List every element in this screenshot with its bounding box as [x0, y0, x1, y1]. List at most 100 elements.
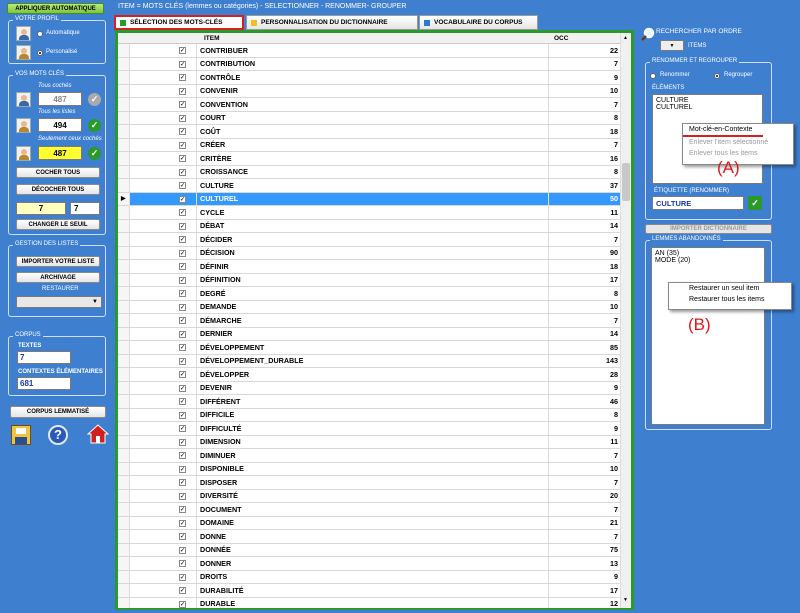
row-indicator[interactable] — [118, 273, 130, 286]
row-checkbox[interactable]: ✓ — [179, 290, 186, 297]
row-indicator[interactable] — [118, 408, 130, 421]
row-indicator[interactable] — [118, 381, 130, 394]
row-checkbox[interactable]: ✓ — [179, 182, 186, 189]
row-checkbox[interactable]: ✓ — [179, 276, 186, 284]
table-row[interactable]: ✓ DONNER 13 — [118, 557, 621, 571]
table-row[interactable]: ✓ DÉVELOPPER 28 — [118, 368, 621, 382]
row-checkbox[interactable]: ✓ — [179, 101, 186, 108]
table-row[interactable]: ✓ DIFFICULTÉ 9 — [118, 422, 621, 436]
row-indicator[interactable]: ▶ — [118, 192, 130, 205]
row-checkbox[interactable]: ✓ — [179, 371, 186, 378]
row-checkbox[interactable]: ✓ — [179, 87, 186, 95]
row-checkbox[interactable]: ✓ — [179, 465, 186, 473]
table-row[interactable]: ✓ DÉMARCHE 7 — [118, 314, 621, 328]
table-row[interactable]: ✓ DÉCISION 90 — [118, 246, 621, 260]
row-checkbox[interactable]: ✓ — [179, 209, 186, 216]
row-indicator[interactable] — [118, 111, 130, 124]
table-row[interactable]: ✓ DÉCIDER 7 — [118, 233, 621, 247]
row-checkbox[interactable]: ✓ — [179, 587, 186, 594]
change-threshold-button[interactable]: CHANGER LE SEUIL — [16, 219, 100, 230]
row-checkbox[interactable]: ✓ — [179, 492, 186, 500]
row-checkbox[interactable]: ✓ — [179, 519, 186, 527]
table-row[interactable]: ✓ DONNE 7 — [118, 530, 621, 544]
row-indicator[interactable] — [118, 462, 130, 475]
row-indicator[interactable] — [118, 489, 130, 502]
row-indicator[interactable] — [118, 125, 130, 138]
row-checkbox[interactable]: ✓ — [179, 330, 186, 338]
table-row[interactable]: ✓ CONVENTION 7 — [118, 98, 621, 112]
table-row[interactable]: ✓ DÉFINITION 17 — [118, 273, 621, 287]
row-indicator[interactable] — [118, 354, 130, 367]
restore-dropdown[interactable]: ▼ — [16, 296, 102, 308]
row-indicator[interactable] — [118, 327, 130, 340]
corpus-lemmatized-button[interactable]: CORPUS LEMMATISÉ — [10, 406, 106, 418]
table-row[interactable]: ✓ CONVENIR 10 — [118, 84, 621, 98]
home-icon[interactable] — [86, 423, 110, 445]
row-checkbox[interactable]: ✓ — [179, 573, 186, 581]
row-indicator[interactable] — [118, 341, 130, 354]
table-row[interactable]: ✓ DIVERSITÉ 20 — [118, 489, 621, 503]
personal-radio[interactable] — [37, 50, 43, 56]
row-indicator[interactable] — [118, 449, 130, 462]
table-row[interactable]: ✓ CONTRIBUTION 7 — [118, 57, 621, 71]
table-row[interactable]: ✓ DIFFÉRENT 46 — [118, 395, 621, 409]
import-dictionary-button[interactable]: IMPORTER DICTIONNAIRE — [645, 224, 772, 234]
row-indicator[interactable] — [118, 543, 130, 556]
table-row[interactable]: ✓ DIMENSION 11 — [118, 435, 621, 449]
row-indicator[interactable] — [118, 84, 130, 97]
row-indicator[interactable] — [118, 435, 130, 448]
table-row[interactable]: ✓ DURABILITÉ 17 — [118, 584, 621, 598]
row-indicator[interactable] — [118, 395, 130, 408]
row-checkbox[interactable]: ✓ — [179, 141, 186, 149]
row-checkbox[interactable]: ✓ — [179, 384, 186, 392]
row-indicator[interactable] — [118, 300, 130, 313]
rename-radio[interactable] — [650, 73, 656, 79]
threshold-spinner[interactable]: 7 — [70, 202, 100, 215]
row-indicator[interactable] — [118, 557, 130, 570]
list-item[interactable]: AN (35) — [655, 250, 761, 257]
row-indicator[interactable] — [118, 219, 130, 232]
table-row[interactable]: ✓ CONTRÔLE 9 — [118, 71, 621, 85]
tab-keyword-selection[interactable]: SÉLECTION DES MOTS-CLÉS — [114, 15, 244, 30]
table-row[interactable]: ✓ DERNIER 14 — [118, 327, 621, 341]
auto-radio[interactable] — [37, 31, 43, 37]
row-checkbox[interactable]: ✓ — [179, 452, 186, 459]
row-indicator[interactable] — [118, 57, 130, 70]
row-indicator[interactable] — [118, 260, 130, 273]
table-row[interactable]: ✓ CROISSANCE 8 — [118, 165, 621, 179]
row-indicator[interactable] — [118, 179, 130, 192]
tab-dictionary[interactable]: PERSONNALISATION DU DICTIONNAIRE — [246, 15, 418, 30]
table-row[interactable]: ✓ CRITÈRE 16 — [118, 152, 621, 166]
import-list-button[interactable]: IMPORTER VOTRE LISTE — [16, 256, 100, 267]
col-header-item[interactable]: ITEM — [204, 35, 220, 42]
table-row[interactable]: ✓ CONTRIBUER 22 — [118, 44, 621, 58]
save-icon[interactable] — [11, 425, 31, 445]
row-indicator[interactable] — [118, 530, 130, 543]
apply-automatic-button[interactable]: APPLIQUER AUTOMATIQUE — [7, 3, 104, 14]
row-indicator[interactable] — [118, 71, 130, 84]
table-row[interactable]: ✓ DÉVELOPPEMENT_DURABLE 143 — [118, 354, 621, 368]
row-indicator[interactable] — [118, 206, 130, 219]
row-indicator[interactable] — [118, 246, 130, 259]
label-field[interactable]: CULTURE — [652, 196, 744, 210]
menu-item-remove-selected[interactable]: Enlever l'item sélectionné — [683, 137, 793, 148]
row-indicator[interactable] — [118, 516, 130, 529]
tab-vocabulary[interactable]: VOCABULAIRE DU CORPUS — [419, 15, 538, 30]
list-item[interactable]: MODE (20) — [655, 257, 761, 264]
menu-item-restore-all[interactable]: Restaurer tous les items — [669, 294, 791, 305]
row-indicator[interactable] — [118, 98, 130, 111]
table-row[interactable]: ✓ DEVENIR 9 — [118, 381, 621, 395]
check-all-button[interactable]: COCHER TOUS — [16, 167, 100, 178]
row-checkbox[interactable]: ✓ — [179, 222, 186, 230]
threshold-field[interactable]: 7 — [16, 202, 66, 215]
row-indicator[interactable] — [118, 570, 130, 583]
row-checkbox[interactable]: ✓ — [179, 533, 186, 540]
table-row[interactable]: ✓ CYCLE 11 — [118, 206, 621, 220]
row-indicator[interactable] — [118, 44, 130, 57]
row-indicator[interactable] — [118, 152, 130, 165]
archive-button[interactable]: ARCHIVAGE — [16, 272, 100, 283]
row-indicator[interactable] — [118, 314, 130, 327]
row-checkbox[interactable]: ✓ — [179, 479, 186, 486]
row-checkbox[interactable]: ✓ — [179, 74, 186, 81]
table-row[interactable]: ✓ COURT 8 — [118, 111, 621, 125]
